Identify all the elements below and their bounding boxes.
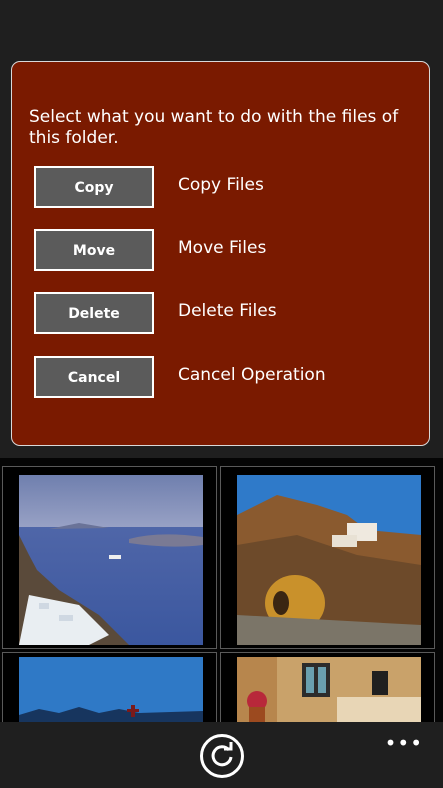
app-bar: •••: [0, 722, 443, 788]
photo-thumbnail: [19, 475, 203, 645]
photo-thumbnail: [19, 657, 203, 723]
move-button[interactable]: Move: [34, 229, 154, 271]
delete-description: Delete Files: [178, 301, 277, 321]
action-row-delete: Delete Delete Files: [34, 292, 414, 334]
delete-button[interactable]: Delete: [34, 292, 154, 334]
photo-tile[interactable]: [2, 652, 217, 732]
move-description: Move Files: [178, 238, 267, 258]
photo-tile[interactable]: [220, 466, 435, 649]
action-row-copy: Copy Copy Files: [34, 166, 414, 208]
refresh-icon[interactable]: [200, 734, 244, 778]
file-action-dialog: Select what you want to do with the file…: [11, 61, 430, 446]
photo-tile[interactable]: [220, 652, 435, 732]
photo-thumbnail: [237, 475, 421, 645]
photo-thumbnail: [237, 657, 421, 723]
action-row-move: Move Move Files: [34, 229, 414, 271]
cancel-description: Cancel Operation: [178, 365, 326, 385]
photo-tile[interactable]: [2, 466, 217, 649]
dialog-prompt: Select what you want to do with the file…: [29, 107, 399, 148]
copy-description: Copy Files: [178, 175, 264, 195]
cancel-button[interactable]: Cancel: [34, 356, 154, 398]
action-row-cancel: Cancel Cancel Operation: [34, 356, 414, 398]
copy-button[interactable]: Copy: [34, 166, 154, 208]
more-menu-icon[interactable]: •••: [385, 731, 423, 755]
